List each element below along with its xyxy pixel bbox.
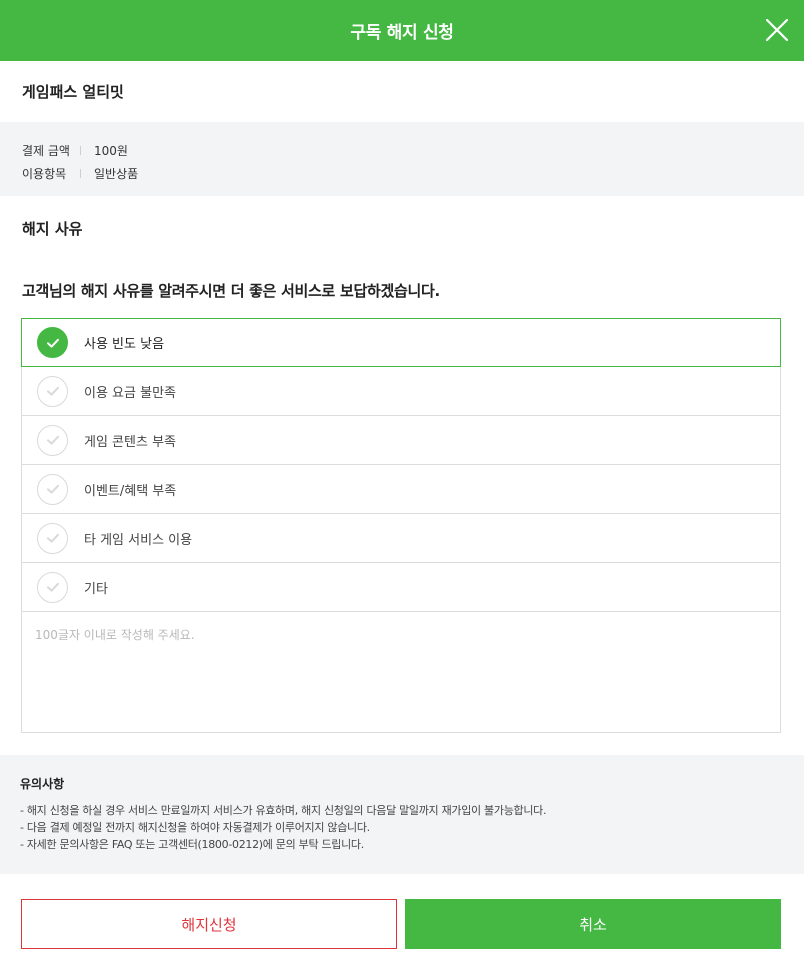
modal-title: 구독 해지 신청 [350,23,454,43]
reason-options-list: 사용 빈도 낮음 이용 요금 불만족 게임 콘텐츠 부족 이벤트/혜택 부족 타… [21,318,781,612]
info-label: 결제 금액 [22,144,70,158]
close-button[interactable] [766,19,788,41]
close-icon [766,19,788,41]
modal-header: 구독 해지 신청 [0,0,804,61]
info-row-amount: 결제 금액 100원 [22,139,782,162]
info-value: 100원 [94,144,128,158]
terminate-button[interactable]: 해지신청 [21,899,397,949]
reason-option[interactable]: 기타 [21,563,781,612]
reason-textarea[interactable] [21,612,781,733]
reason-option[interactable]: 이용 요금 불만족 [21,367,781,416]
notice-line: - 다음 결제 예정일 전까지 해지신청을 하여야 자동결제가 이루어지지 않습… [20,821,370,834]
check-icon [37,473,68,505]
reason-section-title: 해지 사유 [22,220,83,238]
check-icon [37,571,68,603]
info-value: 일반상품 [94,167,139,181]
product-row: 게임패스 얼티밋 [0,61,804,122]
payment-info-box: 결제 금액 100원 이용항목 일반상품 [0,122,804,196]
check-icon [37,375,68,407]
check-icon [37,327,68,358]
reason-option-label: 이벤트/혜택 부족 [84,483,177,499]
cancel-button[interactable]: 취소 [405,899,781,949]
reason-option-label: 이용 요금 불만족 [84,385,176,401]
reason-option-label: 기타 [84,581,108,597]
product-name: 게임패스 얼티밋 [22,83,124,101]
notice-box: 유의사항 - 해지 신청을 하실 경우 서비스 만료일까지 서비스가 유효하며,… [0,755,804,874]
reason-question: 고객님의 해지 사유를 알려주시면 더 좋은 서비스로 보답하겠습니다. [22,282,440,300]
check-icon [37,522,68,554]
reason-option[interactable]: 게임 콘텐츠 부족 [21,416,781,465]
info-divider [80,169,81,178]
reason-option[interactable]: 사용 빈도 낮음 [21,318,781,367]
reason-option[interactable]: 이벤트/혜택 부족 [21,465,781,514]
reason-option-label: 게임 콘텐츠 부족 [84,434,176,450]
info-divider [80,146,81,155]
notice-line: - 자세한 문의사항은 FAQ 또는 고객센터(1800-0212)에 문의 부… [20,838,364,851]
info-label: 이용항목 [22,167,67,181]
notice-title: 유의사항 [20,777,65,791]
info-row-item: 이용항목 일반상품 [22,162,782,185]
check-icon [37,424,68,456]
reason-option-label: 사용 빈도 낮음 [84,337,165,352]
reason-option-label: 타 게임 서비스 이용 [84,532,193,548]
reason-option[interactable]: 타 게임 서비스 이용 [21,514,781,563]
notice-line: - 해지 신청을 하실 경우 서비스 만료일까지 서비스가 유효하며, 해지 신… [20,804,547,817]
